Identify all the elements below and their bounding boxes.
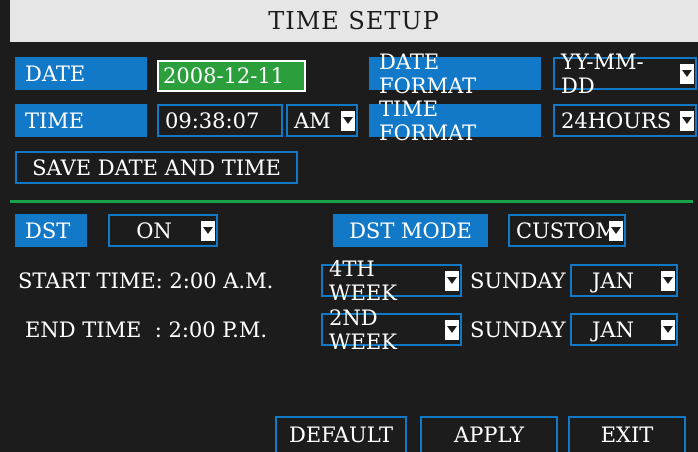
divider xyxy=(10,200,693,203)
apply-button[interactable]: APPLY xyxy=(420,416,558,452)
dst-value: ON xyxy=(136,218,172,243)
date-format-select[interactable]: YY-MM-DD xyxy=(553,50,697,98)
dst-select[interactable]: ON xyxy=(108,214,218,247)
dst-mode-label: DST MODE xyxy=(333,214,488,247)
chevron-down-icon xyxy=(660,315,676,344)
start-week-value: 4TH WEEK xyxy=(329,256,397,305)
ampm-select[interactable]: AM xyxy=(286,104,358,137)
start-week-select[interactable]: 4TH WEEK xyxy=(321,257,462,305)
date-input[interactable]: 2008-12-11 xyxy=(157,60,306,92)
dst-label: DST xyxy=(15,214,87,247)
end-week-select[interactable]: 2ND WEEK xyxy=(321,306,462,354)
start-month-select[interactable]: JAN xyxy=(570,264,678,297)
chevron-down-icon xyxy=(679,59,695,88)
chevron-down-icon xyxy=(679,106,695,135)
time-format-value: 24HOURS xyxy=(561,108,672,133)
date-label: DATE xyxy=(15,57,147,90)
end-week-value: 2ND WEEK xyxy=(329,305,397,354)
dst-mode-value: CUSTOM xyxy=(516,218,617,243)
chevron-down-icon xyxy=(340,106,356,135)
chevron-down-icon xyxy=(660,266,676,295)
start-month-value: JAN xyxy=(592,268,634,293)
start-day-label: SUNDAY xyxy=(470,268,566,293)
end-time-label: END TIME : 2:00 P.M. xyxy=(25,317,268,342)
time-format-select[interactable]: 24HOURS xyxy=(553,104,697,137)
start-time-label: START TIME: 2:00 A.M. xyxy=(18,268,274,293)
time-label: TIME xyxy=(15,104,147,137)
chevron-down-icon xyxy=(200,216,216,245)
page-title: TIME SETUP xyxy=(10,0,698,42)
chevron-down-icon xyxy=(444,266,460,295)
save-date-time-button[interactable]: SAVE DATE AND TIME xyxy=(15,151,298,184)
time-format-label: TIME FORMAT xyxy=(369,97,541,145)
dst-mode-select[interactable]: CUSTOM xyxy=(508,214,626,247)
ampm-value: AM xyxy=(294,108,331,133)
end-month-select[interactable]: JAN xyxy=(570,313,678,346)
exit-button[interactable]: EXIT xyxy=(568,416,686,452)
end-month-value: JAN xyxy=(592,317,634,342)
default-button[interactable]: DEFAULT xyxy=(275,416,407,452)
date-format-value: YY-MM-DD xyxy=(561,49,644,98)
chevron-down-icon xyxy=(608,216,624,245)
time-input[interactable]: 09:38:07 xyxy=(157,104,283,137)
date-format-label: DATE FORMAT xyxy=(369,50,541,98)
end-day-label: SUNDAY xyxy=(470,317,566,342)
chevron-down-icon xyxy=(444,315,460,344)
